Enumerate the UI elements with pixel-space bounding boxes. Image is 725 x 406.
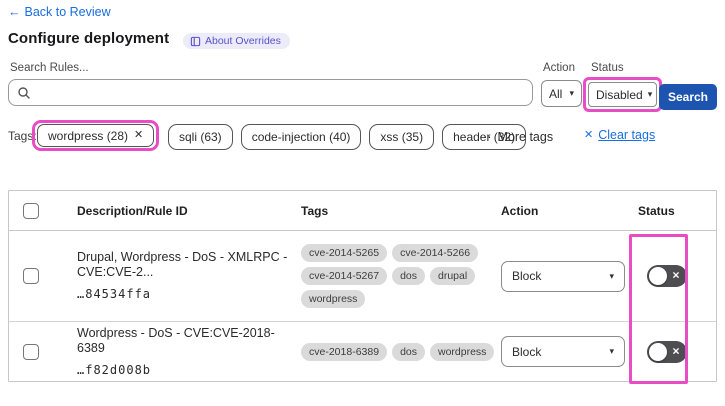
rule-tag-chip: dos <box>392 342 425 361</box>
tag-filter-wordpress[interactable]: wordpress (28) ✕ <box>37 124 155 147</box>
back-arrow-icon: ← <box>8 5 21 19</box>
toggle-off-icon: ✕ <box>672 270 680 282</box>
rule-tag-chip: wordpress <box>301 290 366 308</box>
rule-description-cell: Wordpress - DoS - CVE:CVE-2018-6389 …f82… <box>77 326 301 377</box>
rule-action-value: Block <box>512 344 542 359</box>
search-rules-label: Search Rules... <box>10 62 89 74</box>
remove-tag-icon[interactable]: ✕ <box>134 130 143 141</box>
column-header-tags: Tags <box>301 203 329 218</box>
rule-description: Wordpress - DoS - CVE:CVE-2018-6389 <box>77 325 275 355</box>
rule-tag-chip: drupal <box>430 267 476 285</box>
clear-tags-label: Clear tags <box>598 128 656 142</box>
rule-tags-cell: cve-2018-6389 dos wordpress <box>301 342 499 361</box>
selected-tag-annotation: wordpress (28) ✕ <box>32 120 160 151</box>
chevron-down-icon: ▾ <box>647 89 653 99</box>
select-all-checkbox[interactable] <box>23 202 39 219</box>
chevron-down-icon: ▾ <box>609 346 614 356</box>
tag-filter-list: sqli (63) code-injection (40) xss (35) h… <box>168 124 527 150</box>
column-header-action: Action <box>501 203 539 218</box>
rule-tag-chip: dos <box>392 267 425 285</box>
table-row: Wordpress - DoS - CVE:CVE-2018-6389 …f82… <box>9 321 716 381</box>
about-overrides-badge[interactable]: About Overrides <box>183 33 290 49</box>
tag-filter-sqli-label: sqli (63) <box>179 130 222 144</box>
rule-id: …f82d008b <box>77 362 152 377</box>
rule-tag-chip: cve-2014-5267 <box>301 267 388 285</box>
about-overrides-label: About Overrides <box>205 35 281 47</box>
rule-id: …84534ffa <box>77 287 152 302</box>
tag-filter-code-injection[interactable]: code-injection (40) <box>240 124 362 150</box>
toggle-knob <box>649 267 667 285</box>
row-checkbox[interactable] <box>23 343 39 360</box>
back-to-review-link[interactable]: ← Back to Review <box>8 5 111 19</box>
rule-tag-chip: wordpress <box>430 342 495 361</box>
search-button[interactable]: Search <box>659 84 717 110</box>
rules-table: Description/Rule ID Tags Action Status D… <box>8 190 717 382</box>
rule-description: Drupal, Wordpress - DoS - XMLRPC - CVE:C… <box>77 250 288 280</box>
action-filter-value: All <box>549 86 563 101</box>
action-filter-select[interactable]: All ▾ <box>541 80 582 107</box>
rule-tags-cell: cve-2014-5265 cve-2014-5266 cve-2014-526… <box>301 244 499 308</box>
rule-status-toggle-off[interactable]: ✕ <box>647 340 687 363</box>
tag-filter-code-injection-label: code-injection (40) <box>251 130 351 144</box>
rule-status-toggle-off[interactable]: ✕ <box>647 265 687 287</box>
tag-filter-wordpress-label: wordpress (28) <box>48 128 129 143</box>
row-checkbox[interactable] <box>23 268 39 284</box>
status-filter-annotation: Disabled ▾ <box>583 77 662 112</box>
status-filter-value: Disabled <box>596 87 643 102</box>
rule-action-select[interactable]: Block ▾ <box>501 260 625 292</box>
search-icon <box>17 86 31 100</box>
more-tags-label: More tags <box>497 129 554 144</box>
page-title: Configure deployment <box>8 30 170 47</box>
rule-tag-chip: cve-2014-5266 <box>392 244 479 262</box>
column-header-description: Description/Rule ID <box>77 203 188 218</box>
rule-tag-chip: cve-2014-5265 <box>301 244 388 262</box>
rule-action-select[interactable]: Block ▾ <box>501 336 625 367</box>
back-link-label: Back to Review <box>24 5 111 19</box>
rule-tag-chip: cve-2018-6389 <box>301 342 388 361</box>
column-header-status: Status <box>638 203 675 218</box>
status-filter-select[interactable]: Disabled ▾ <box>588 82 657 107</box>
search-input[interactable] <box>8 79 533 106</box>
rule-action-value: Block <box>512 269 542 283</box>
clear-icon: ✕ <box>584 128 594 141</box>
rule-description-cell: Drupal, Wordpress - DoS - XMLRPC - CVE:C… <box>77 250 301 301</box>
clear-tags-button[interactable]: ✕ Clear tags <box>584 128 655 142</box>
more-tags-button[interactable]: ⋯ More tags <box>479 129 554 145</box>
table-row: Drupal, Wordpress - DoS - XMLRPC - CVE:C… <box>9 231 716 321</box>
ellipsis-icon: ⋯ <box>479 130 492 144</box>
tag-filter-xss[interactable]: xss (35) <box>369 124 435 150</box>
chevron-down-icon: ▾ <box>609 270 614 281</box>
toggle-off-icon: ✕ <box>672 346 680 357</box>
action-filter-label: Action <box>543 62 575 74</box>
chevron-down-icon: ▾ <box>569 88 574 98</box>
status-filter-label: Status <box>591 62 624 74</box>
table-header-row: Description/Rule ID Tags Action Status <box>9 191 716 231</box>
toggle-knob <box>649 342 667 361</box>
tag-filter-xss-label: xss (35) <box>380 130 424 144</box>
tag-filter-sqli[interactable]: sqli (63) <box>168 124 233 150</box>
book-icon <box>190 36 201 47</box>
